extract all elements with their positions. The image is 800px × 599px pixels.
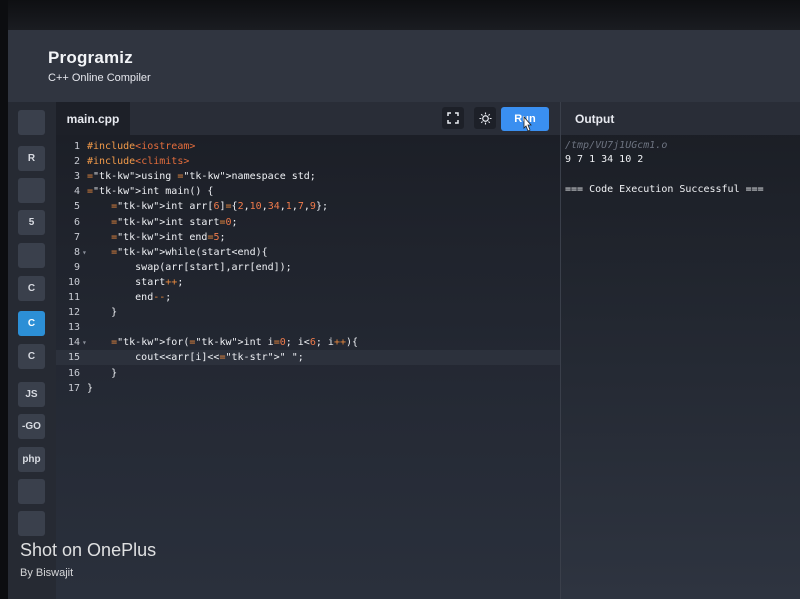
code-line[interactable]: 12 } <box>56 305 560 320</box>
line-number: 1 <box>73 141 80 152</box>
fullscreen-icon <box>447 112 459 124</box>
line-number: 9 <box>73 261 80 273</box>
line-number: 14 <box>67 337 80 349</box>
code-text: } <box>87 367 118 379</box>
code-line[interactable]: 11 end--; <box>56 290 560 305</box>
code-text: end--; <box>87 292 172 303</box>
line-number: 3 <box>73 171 80 183</box>
line-number: 11 <box>67 292 80 303</box>
line-number: 12 <box>67 307 80 319</box>
code-line[interactable]: 14 ▾ ="tk-kw">for(="tk-kw">int i=0; i<6; … <box>56 335 560 350</box>
javascript-icon: JS <box>25 389 38 400</box>
code-line[interactable]: 16 } <box>56 366 560 381</box>
sidebar-item-cpp[interactable]: C <box>18 311 45 336</box>
line-number: 10 <box>67 276 80 288</box>
code-text: ="tk-kw">while(start<end){ <box>111 246 268 258</box>
code-text: swap(arr[start],arr[end]); <box>87 261 292 273</box>
code-text: ="tk-kw">int main() { <box>87 186 214 198</box>
code-line[interactable]: 2 #include<climits> <box>56 154 560 169</box>
browser-viewport: Programiz C++ Online Compiler R 5 C C C JS -GO… <box>8 30 800 599</box>
c-icon: C <box>27 283 36 294</box>
code-line[interactable]: 1 #include<iostream> <box>56 139 560 154</box>
code-text: start++; <box>87 276 184 288</box>
code-line[interactable]: 9 swap(arr[start],arr[end]); <box>56 260 560 275</box>
sidebar-item-php[interactable]: php <box>18 447 45 472</box>
line-number: 2 <box>73 156 80 168</box>
code-text: } <box>87 382 94 394</box>
code-text: cout<<arr[i]<<="tk-str">" "; <box>87 352 304 364</box>
line-number: 16 <box>67 367 80 379</box>
theme-toggle-button[interactable] <box>474 107 496 129</box>
sidebar-item-c[interactable]: C <box>18 276 45 301</box>
code-line[interactable]: 6 ="tk-kw">int start=0; <box>56 215 560 230</box>
go-icon: -GO <box>22 421 41 432</box>
code-line[interactable]: 13 <box>56 320 560 335</box>
line-number: 6 <box>73 216 80 228</box>
page-subtitle: C++ Online Compiler <box>48 72 151 84</box>
output-result: 9 7 1 34 10 2 <box>565 154 644 165</box>
code-line[interactable]: 7 ="tk-kw">int end=5; <box>56 230 560 245</box>
code-text: #include<iostream> <box>87 141 196 152</box>
line-number: 13 <box>67 322 80 334</box>
output-panel: Output /tmp/VU7j1UGcm1.o 9 7 1 34 10 2 =… <box>560 102 800 599</box>
monitor-bezel-left <box>0 0 8 599</box>
code-editor[interactable]: 1 #include<iostream> 2 #include<climits> 3 ="… <box>56 135 560 599</box>
sun-icon <box>478 111 492 125</box>
r-icon: R <box>27 153 36 164</box>
sidebar-item-r[interactable]: R <box>18 146 45 171</box>
code-text: ="tk-kw">using ="tk-kw">namespace std; <box>87 171 316 183</box>
camera-watermark: Shot on OnePlus <box>20 540 157 560</box>
fullscreen-button[interactable] <box>442 107 464 129</box>
code-line[interactable]: 17} <box>56 381 560 396</box>
code-text: } <box>87 307 118 319</box>
output-title: Output <box>575 112 615 126</box>
output-tab: Output <box>561 102 800 135</box>
code-line[interactable]: 4 ="tk-kw">int main() { <box>56 184 560 199</box>
sidebar-item-javascript[interactable]: JS <box>18 382 45 407</box>
sidebar-item-java[interactable] <box>18 243 45 268</box>
sidebar-item-python[interactable] <box>18 110 45 135</box>
code-text: #include<climits> <box>87 156 190 168</box>
brand-logo[interactable]: Programiz <box>48 48 133 68</box>
line-number: 17 <box>67 382 80 394</box>
code-line[interactable]: 8 ▾ ="tk-kw">while(start<end){ <box>56 245 560 260</box>
line-number: 5 <box>73 201 80 213</box>
code-text: ="tk-kw">for(="tk-kw">int i=0; i<6; i++)… <box>111 337 359 349</box>
camera-watermark-author: By Biswajit <box>20 567 74 579</box>
code-line[interactable]: 3 ="tk-kw">using ="tk-kw">namespace std; <box>56 169 560 184</box>
line-number: 4 <box>73 186 80 198</box>
sidebar-item-html[interactable]: 5 <box>18 210 45 235</box>
sidebar-item-sql[interactable] <box>18 178 45 203</box>
sidebar-item-csharp[interactable]: C <box>18 344 45 369</box>
output-status: === Code Execution Successful === <box>565 184 764 195</box>
mouse-cursor-icon <box>523 116 532 132</box>
sidebar-item-rust[interactable] <box>18 511 45 536</box>
cpp-icon: C <box>27 318 36 329</box>
sidebar-item-go[interactable]: -GO <box>18 414 45 439</box>
site-header: Programiz C++ Online Compiler <box>8 30 800 102</box>
php-icon: php <box>22 454 41 465</box>
code-line[interactable]: 5 ="tk-kw">int arr[6]={2,10,34,1,7,9}; <box>56 199 560 214</box>
line-number: 15 <box>67 352 80 364</box>
sidebar-item-swift[interactable] <box>18 479 45 504</box>
line-number: 7 <box>73 231 80 243</box>
line-number: 8 <box>73 246 80 258</box>
tab-main-cpp[interactable]: main.cpp <box>56 102 130 135</box>
csharp-icon: C <box>27 351 36 362</box>
code-text: ="tk-kw">int start=0; <box>111 216 238 228</box>
code-line[interactable]: 15 cout<<arr[i]<<="tk-str">" "; <box>56 350 560 366</box>
html-icon: 5 <box>28 217 35 228</box>
output-binary-path: /tmp/VU7j1UGcm1.o <box>565 140 668 151</box>
language-sidebar: R 5 C C C JS -GO php <box>8 102 56 599</box>
code-line[interactable]: 10 start++; <box>56 275 560 290</box>
editor-toolbar: main.cpp Run <box>56 102 560 135</box>
code-text: ="tk-kw">int arr[6]={2,10,34,1,7,9}; <box>111 201 328 213</box>
code-text: ="tk-kw">int end=5; <box>111 231 226 243</box>
monitor-bezel-top <box>0 0 800 30</box>
